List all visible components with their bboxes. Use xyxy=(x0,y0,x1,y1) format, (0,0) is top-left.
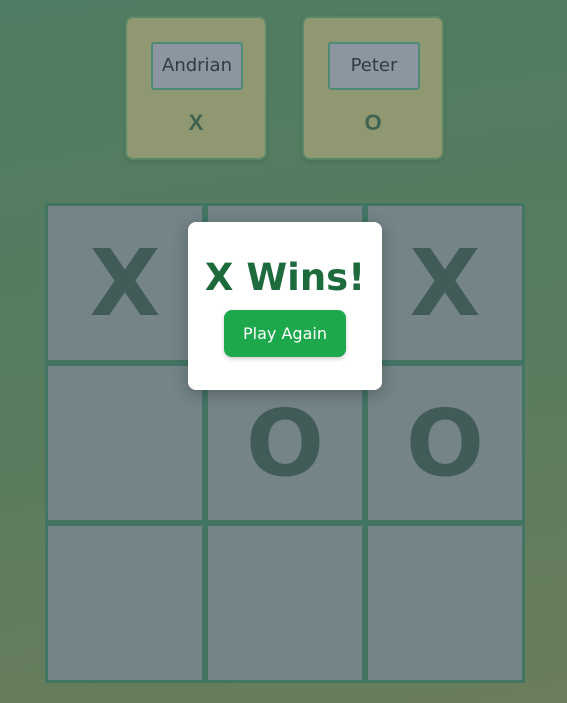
player-card-2: Peter O xyxy=(302,16,444,160)
player-name-field[interactable]: Andrian xyxy=(151,42,243,90)
board-cell[interactable] xyxy=(368,526,522,680)
board-cell[interactable] xyxy=(48,526,202,680)
board-cell[interactable] xyxy=(208,526,362,680)
player-mark: O xyxy=(364,110,382,135)
board-cell[interactable]: X xyxy=(48,206,202,360)
player-card-1: Andrian X xyxy=(125,16,267,160)
winner-title: X Wins! xyxy=(204,256,366,299)
board-cell[interactable]: O xyxy=(368,366,522,520)
board-cell[interactable] xyxy=(48,366,202,520)
board-cell[interactable]: X xyxy=(368,206,522,360)
play-again-button[interactable]: Play Again xyxy=(224,310,346,357)
player-mark: X xyxy=(188,110,204,135)
player-name-field[interactable]: Peter xyxy=(328,42,420,90)
winner-modal: X Wins! Play Again xyxy=(188,222,382,390)
